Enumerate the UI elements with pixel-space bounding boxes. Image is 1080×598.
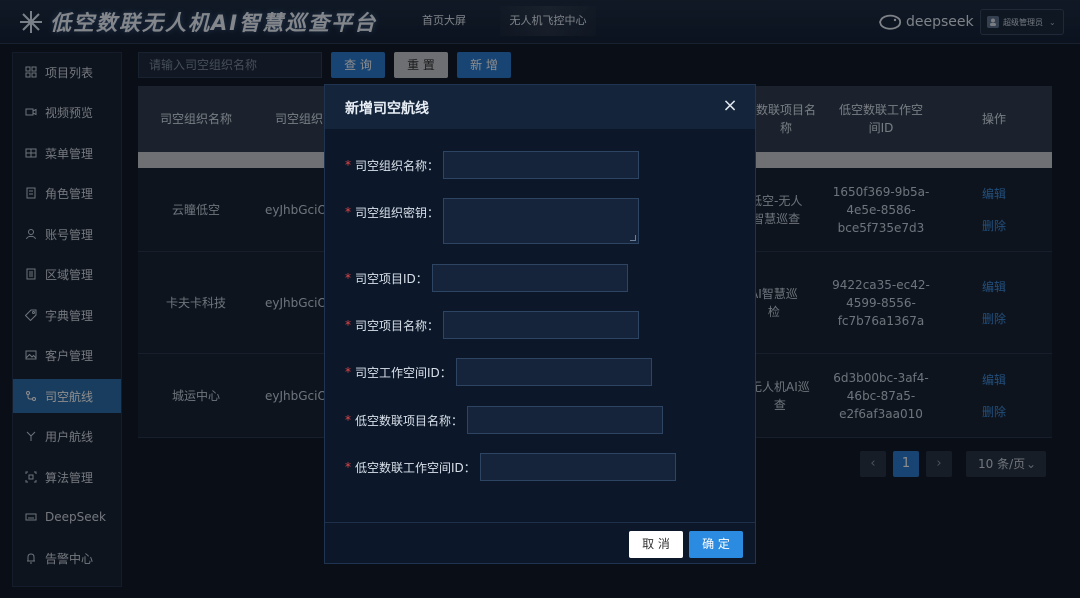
required-mark: *	[345, 413, 351, 427]
dialog-footer: 取 消 确 定	[325, 522, 755, 564]
project-name-input[interactable]	[443, 311, 640, 339]
required-mark: *	[345, 205, 351, 219]
required-mark: *	[345, 365, 351, 379]
form-row-workspace-id: * 司空工作空间ID：	[345, 358, 652, 386]
form-row-project-id: * 司空项目ID：	[345, 264, 628, 292]
lowalt-project-name-input[interactable]	[467, 406, 664, 434]
field-label: 司空工作空间ID：	[355, 365, 452, 380]
field-label: 司空项目名称：	[355, 318, 440, 333]
close-icon[interactable]: ×	[721, 97, 739, 115]
dialog-header: 新增司空航线 ×	[325, 85, 755, 129]
form-row-lowalt-workspace-id: * 低空数联工作空间ID：	[345, 453, 676, 481]
workspace-id-input[interactable]	[455, 358, 652, 386]
required-mark: *	[345, 271, 351, 285]
form-row-org-name: * 司空组织名称：	[345, 151, 640, 179]
form-row-lowalt-project-name: * 低空数联项目名称：	[345, 406, 664, 434]
confirm-button[interactable]: 确 定	[689, 531, 743, 558]
add-route-dialog: 新增司空航线 × * 司空组织名称： * 司空组织密钥： * 司空项目ID： *…	[324, 84, 756, 564]
required-mark: *	[345, 318, 351, 332]
field-label: 司空项目ID：	[355, 271, 428, 286]
form-row-project-name: * 司空项目名称：	[345, 311, 640, 339]
field-label: 低空数联项目名称：	[355, 413, 464, 428]
field-label: 低空数联工作空间ID：	[355, 460, 476, 475]
field-label: 司空组织密钥：	[355, 206, 440, 220]
org-name-input[interactable]	[443, 151, 640, 179]
field-label: 司空组织名称：	[355, 158, 440, 173]
org-key-textarea[interactable]	[443, 198, 640, 244]
project-id-input[interactable]	[431, 264, 628, 292]
dialog-title: 新增司空航线	[345, 101, 429, 117]
required-mark: *	[345, 158, 351, 172]
resize-handle[interactable]	[630, 235, 637, 241]
cancel-button[interactable]: 取 消	[629, 531, 683, 558]
required-mark: *	[345, 460, 351, 474]
form-row-org-key: * 司空组织密钥：	[345, 198, 640, 244]
lowalt-workspace-id-input[interactable]	[479, 453, 676, 481]
